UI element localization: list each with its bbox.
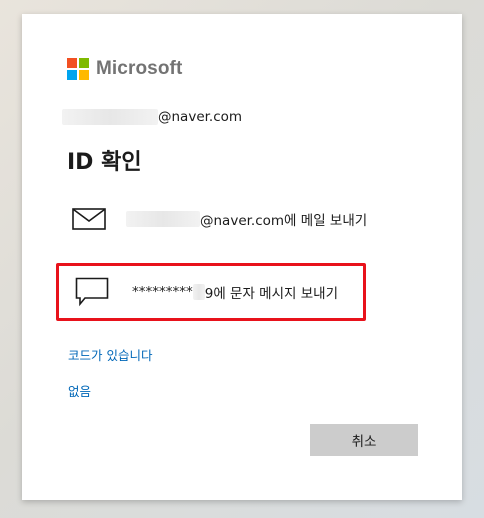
logo-square-yellow xyxy=(79,70,89,80)
redacted-email-user xyxy=(126,211,200,227)
redacted-username xyxy=(62,109,158,125)
have-code-link[interactable]: 코드가 있습니다 xyxy=(68,345,152,364)
chat-bubble-icon xyxy=(72,277,112,307)
redacted-phone-digits xyxy=(192,284,205,300)
envelope-icon xyxy=(72,208,106,230)
microsoft-logo: Microsoft xyxy=(67,58,182,80)
logo-text: Microsoft xyxy=(96,58,183,79)
option-sms-label: ********* 9에 문자 메시지 보내기 xyxy=(132,282,338,302)
option-sms-text: 9에 문자 메시지 보내기 xyxy=(204,286,338,302)
logo-square-green xyxy=(79,58,89,68)
microsoft-logo-icon xyxy=(67,58,89,80)
identity-domain: @naver.com xyxy=(158,109,243,125)
option-send-email[interactable]: @naver.com에 메일 보내기 xyxy=(56,192,367,246)
verify-identity-card: Microsoft @naver.com ID 확인 @naver.com에 메… xyxy=(22,14,462,500)
option-email-label: @naver.com에 메일 보내기 xyxy=(126,209,367,229)
cancel-button[interactable]: 취소 xyxy=(310,424,418,456)
none-link[interactable]: 없음 xyxy=(68,381,91,400)
account-identity: @naver.com xyxy=(62,107,242,127)
option-email-text: @naver.com에 메일 보내기 xyxy=(200,213,368,229)
masked-phone-prefix: ********* xyxy=(132,284,193,300)
logo-square-red xyxy=(67,58,77,68)
logo-square-blue xyxy=(67,70,77,80)
option-send-sms[interactable]: ********* 9에 문자 메시지 보내기 xyxy=(56,263,366,321)
page-title: ID 확인 xyxy=(67,150,142,175)
